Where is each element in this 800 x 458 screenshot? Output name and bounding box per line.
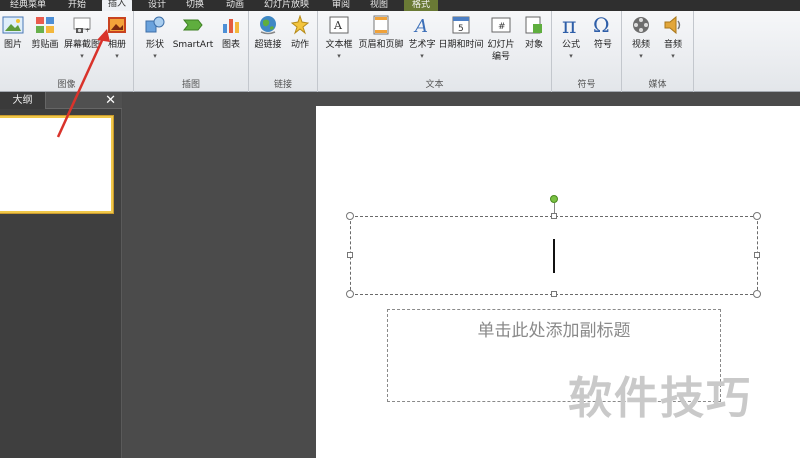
picture-icon: [2, 16, 24, 34]
symbol-button[interactable]: Ω 符号: [590, 15, 616, 51]
omega-icon: Ω: [593, 15, 610, 35]
svg-text:+: +: [85, 27, 90, 34]
tab-outline[interactable]: 大纲: [0, 92, 46, 109]
resize-handle-top[interactable]: [551, 213, 557, 219]
group-media: 视频 ▾ 音频 ▾ 媒体: [622, 11, 694, 92]
text-cursor: [553, 239, 555, 273]
clipart-button[interactable]: 剪贴画: [30, 15, 60, 51]
tab-view[interactable]: 视图: [370, 0, 388, 11]
resize-handle-right[interactable]: [754, 252, 760, 258]
photo-album-button[interactable]: 相册 ▾: [104, 15, 130, 61]
screenshot-button[interactable]: + 屏幕截图 ▾: [62, 15, 102, 61]
slide-thumbnail[interactable]: [0, 116, 113, 213]
resize-handle-bottom-right[interactable]: [753, 290, 761, 298]
outline-pane: 大纲 ✕: [0, 92, 122, 458]
speaker-icon: [664, 15, 681, 35]
tab-review[interactable]: 审阅: [332, 0, 350, 11]
group-label-text: 文本: [425, 80, 444, 90]
screenshot-icon: +: [73, 17, 91, 34]
tab-design[interactable]: 设计: [148, 0, 166, 11]
tab-animations[interactable]: 动画: [226, 0, 244, 11]
slide-number-icon: #: [491, 17, 511, 33]
shapes-button[interactable]: 形状 ▾: [142, 15, 168, 61]
group-label-media: 媒体: [648, 80, 667, 90]
chart-icon: [223, 19, 239, 33]
clipart-icon: [36, 17, 54, 33]
resize-handle-top-right[interactable]: [753, 212, 761, 220]
chart-button[interactable]: 图表: [218, 15, 244, 51]
textbox-icon: A: [329, 16, 349, 34]
ribbon-tab-strip: 经典菜单 开始 插入 设计 切换 动画 幻灯片放映 审阅 视图 格式: [0, 0, 800, 11]
audio-button[interactable]: 音频 ▾: [660, 15, 686, 61]
svg-text:A: A: [413, 16, 428, 35]
close-icon[interactable]: ✕: [105, 92, 116, 109]
object-button[interactable]: 对象: [520, 15, 548, 51]
rotation-handle[interactable]: [550, 195, 558, 203]
group-label-links: 链接: [273, 80, 292, 90]
svg-text:Ω: Ω: [593, 15, 610, 35]
group-text: A 文本框 ▾ 页眉和页脚 A 艺术字 ▾ 5 日期和时间 # 幻灯片 编号 对…: [318, 11, 552, 92]
tab-format[interactable]: 格式: [404, 0, 439, 11]
watermark: 软件技巧: [568, 373, 752, 424]
svg-text:π: π: [562, 15, 576, 35]
resize-handle-top-left[interactable]: [346, 212, 354, 220]
group-illustrations: 形状 ▾ SmartArt 图表 插图: [134, 11, 249, 92]
picture-button[interactable]: 图片: [2, 15, 24, 51]
group-links: 超链接 动作 链接: [249, 11, 318, 92]
subtitle-placeholder-text: 单击此处添加副标题: [477, 321, 631, 341]
wordart-icon: A: [413, 16, 428, 35]
group-label-illustrations: 插图: [181, 80, 200, 90]
hyperlink-button[interactable]: 超链接: [253, 15, 283, 51]
header-footer-icon: [373, 15, 389, 35]
svg-text:#: #: [498, 22, 506, 32]
group-symbols: π 公式 ▾ Ω 符号 符号: [552, 11, 622, 92]
tab-insert[interactable]: 插入: [102, 0, 133, 11]
wordart-button[interactable]: A 艺术字 ▾: [406, 15, 438, 61]
slide-number-button[interactable]: # 幻灯片 编号: [484, 15, 518, 63]
date-time-button[interactable]: 5 日期和时间: [438, 15, 484, 51]
action-icon: [290, 15, 310, 35]
outline-pane-header: 大纲 ✕: [0, 92, 122, 109]
resize-handle-left[interactable]: [347, 252, 353, 258]
smartart-button[interactable]: SmartArt: [172, 15, 214, 51]
tab-classic-menu[interactable]: 经典菜单: [10, 0, 46, 11]
resize-handle-bottom-left[interactable]: [346, 290, 354, 298]
header-footer-button[interactable]: 页眉和页脚: [358, 15, 404, 51]
resize-handle-bottom[interactable]: [551, 291, 557, 297]
globe-icon: [260, 16, 276, 35]
group-image: 图片 剪贴画 + 屏幕截图 ▾ 相册 ▾ 图像: [0, 11, 134, 92]
smartart-icon: [182, 19, 203, 31]
equation-button[interactable]: π 公式 ▾: [558, 15, 584, 61]
film-reel-icon: [633, 17, 649, 33]
photo-album-icon: [108, 17, 126, 33]
tab-slideshow[interactable]: 幻灯片放映: [264, 0, 309, 11]
tab-transitions[interactable]: 切换: [186, 0, 204, 11]
svg-text:5: 5: [458, 24, 464, 34]
group-label-symbols: 符号: [577, 80, 596, 90]
textbox-button[interactable]: A 文本框 ▾: [324, 15, 354, 61]
shapes-icon: [145, 16, 165, 33]
calendar-icon: 5: [452, 16, 470, 34]
video-button[interactable]: 视频 ▾: [628, 15, 654, 61]
ribbon: 图片 剪贴画 + 屏幕截图 ▾ 相册 ▾ 图像 形状 ▾ SmartArt 图表…: [0, 11, 800, 92]
action-button[interactable]: 动作: [287, 15, 313, 51]
group-label-image: 图像: [57, 80, 76, 90]
object-icon: [525, 16, 542, 34]
pi-icon: π: [562, 15, 576, 35]
tab-home[interactable]: 开始: [68, 0, 86, 11]
svg-text:A: A: [333, 19, 343, 32]
